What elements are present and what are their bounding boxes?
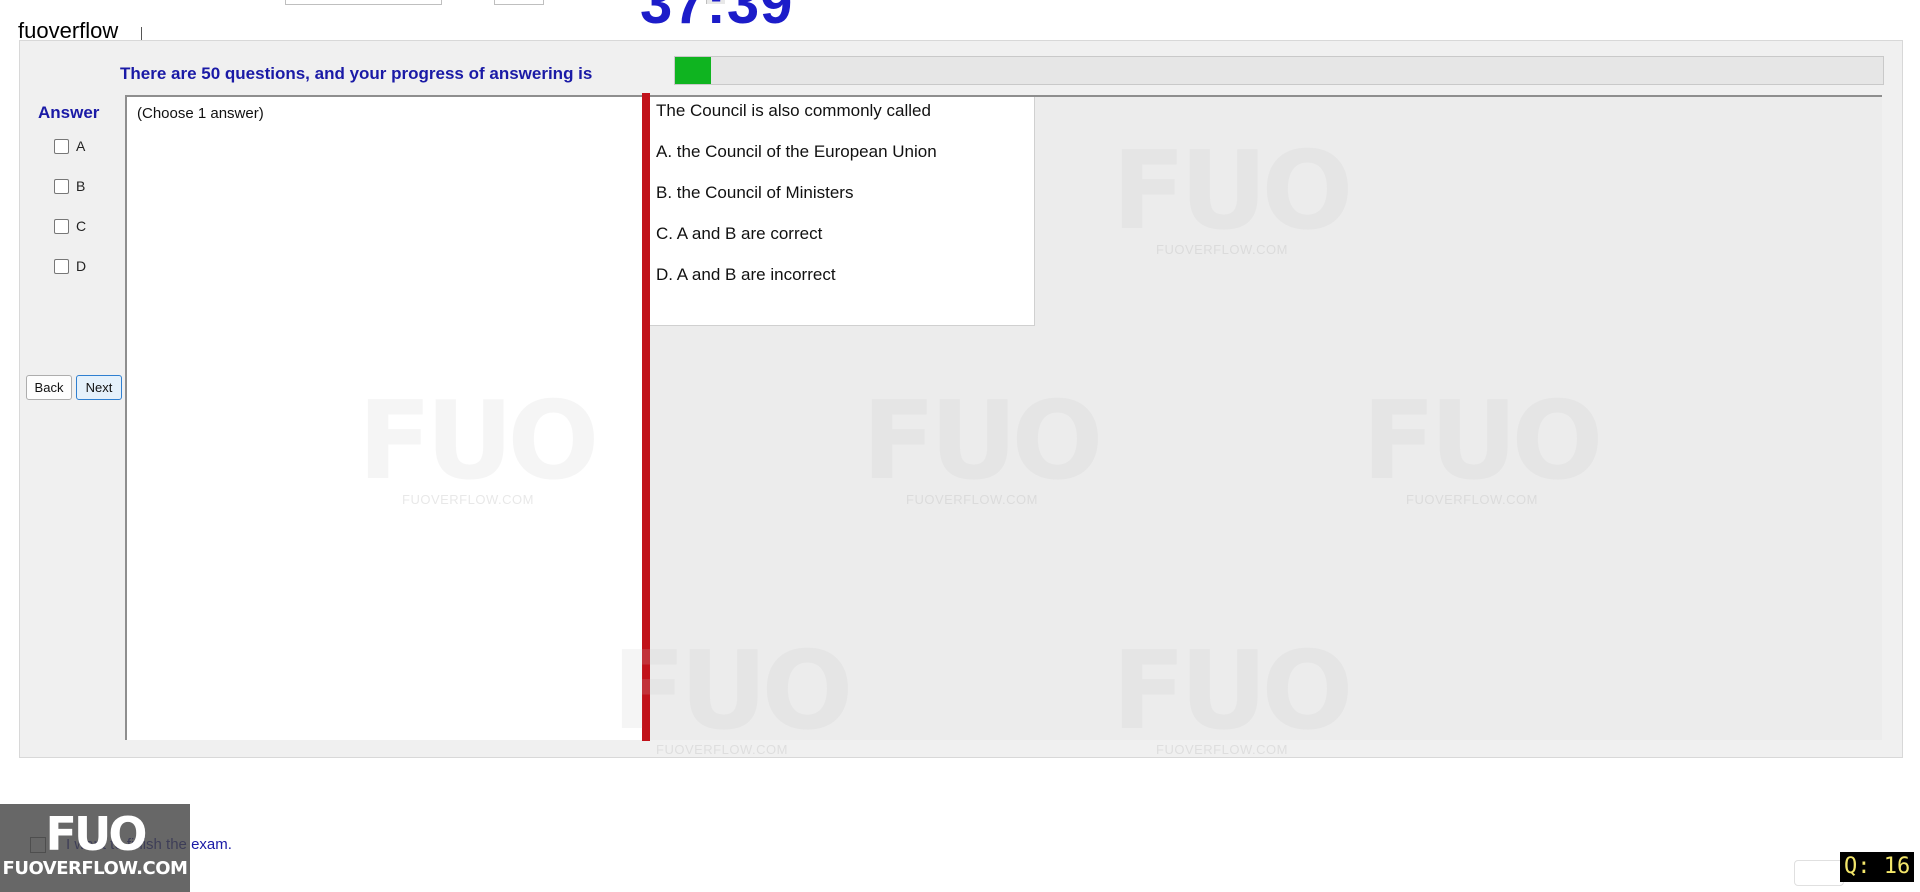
progress-bar xyxy=(674,56,1884,85)
choice-d: D. A and B are incorrect xyxy=(656,265,836,284)
question-pane: The Council is also commonly called A. t… xyxy=(650,95,1882,740)
pane-splitter[interactable] xyxy=(642,93,650,741)
answer-option-d[interactable]: D xyxy=(54,258,86,274)
answer-option-label: C xyxy=(76,218,87,234)
answer-hint-pane: (Choose 1 answer) xyxy=(125,95,647,740)
back-button[interactable]: Back xyxy=(26,375,72,400)
answer-option-c[interactable]: C xyxy=(54,218,86,234)
checkbox-c[interactable] xyxy=(54,218,69,234)
question-counter: Q: 16 xyxy=(1840,852,1915,882)
top-strip: 37:39 xyxy=(0,0,1920,36)
question-stem: The Council is also commonly called xyxy=(656,101,931,120)
badge-logo: FUO xyxy=(45,807,148,861)
next-button[interactable]: Next xyxy=(76,375,122,400)
answer-option-b[interactable]: B xyxy=(54,178,85,194)
choice-a: A. the Council of the European Union xyxy=(656,142,937,161)
choice-b: B. the Council of Ministers xyxy=(656,183,854,202)
answer-heading: Answer xyxy=(38,103,100,122)
checkbox-b[interactable] xyxy=(54,178,69,194)
question-box: The Council is also commonly called A. t… xyxy=(650,97,1035,326)
progress-bar-fill xyxy=(675,57,712,84)
progress-label: There are 50 questions, and your progres… xyxy=(120,64,593,83)
checkbox-d[interactable] xyxy=(54,258,69,274)
badge-site: FUOVERFLOW.COM xyxy=(2,858,188,879)
top-small-button[interactable] xyxy=(494,0,544,5)
brand-badge: FUO FUOVERFLOW.COM xyxy=(0,804,190,892)
checkbox-a[interactable] xyxy=(54,138,69,154)
answer-option-a[interactable]: A xyxy=(54,138,85,154)
top-dropdown[interactable] xyxy=(285,0,725,5)
corner-button[interactable] xyxy=(1794,860,1844,886)
choice-c: C. A and B are correct xyxy=(656,224,823,243)
answer-option-label: A xyxy=(76,138,86,154)
answer-option-label: D xyxy=(76,258,87,274)
answer-option-label: B xyxy=(76,178,86,194)
exam-timer: 37:39 xyxy=(640,0,794,36)
choose-hint: (Choose 1 answer) xyxy=(137,105,264,122)
